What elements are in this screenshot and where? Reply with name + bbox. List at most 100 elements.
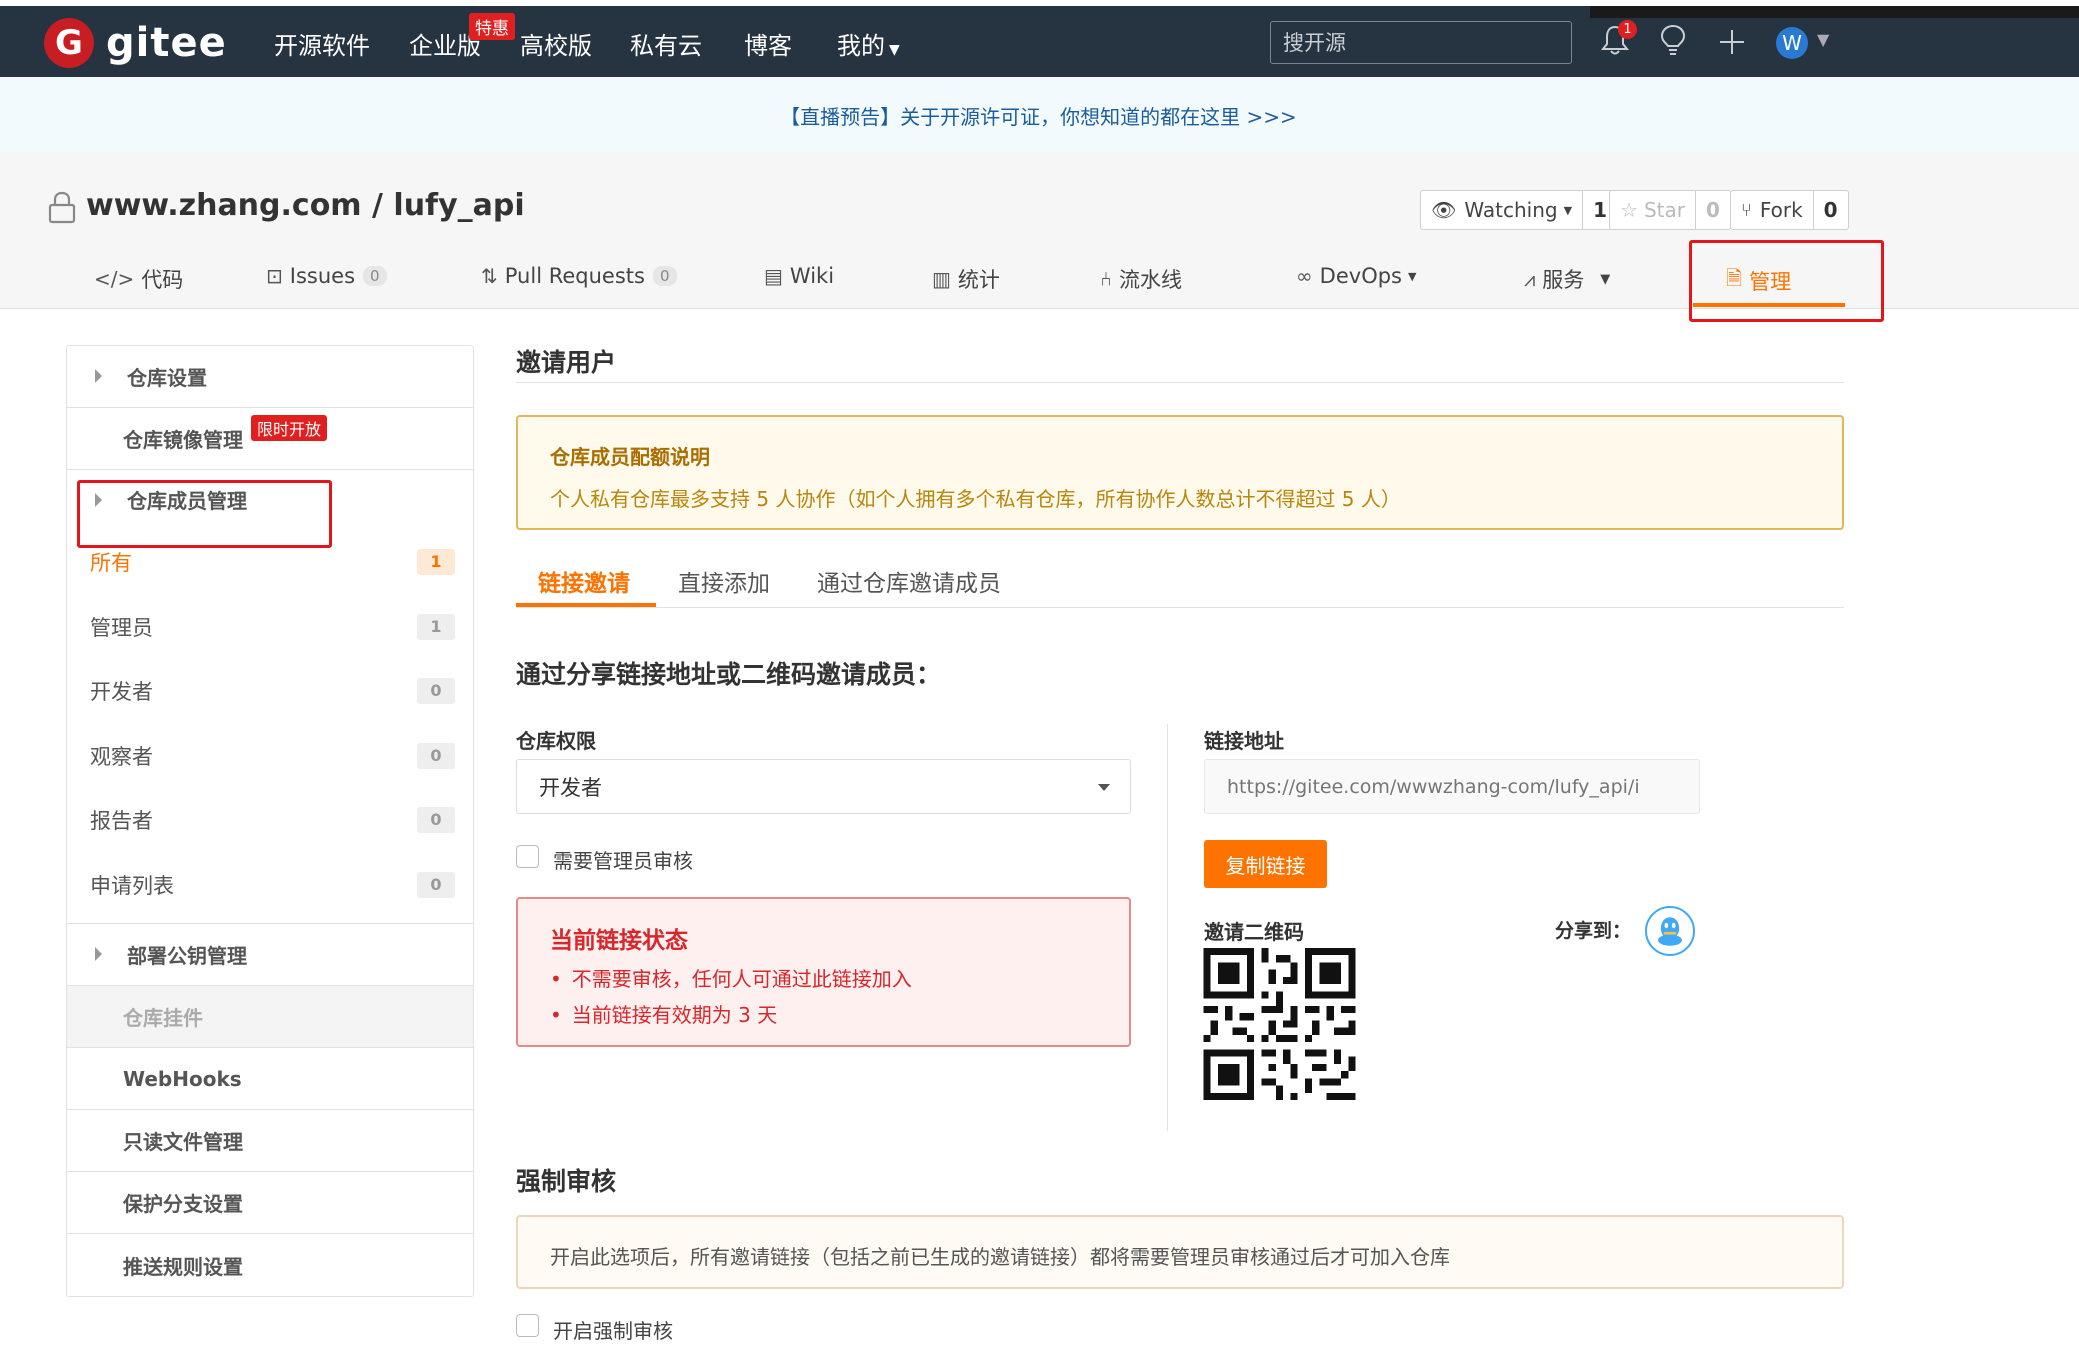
fork-button[interactable]: ⑂ Fork	[1731, 191, 1813, 229]
fork-count[interactable]: 0	[1812, 191, 1848, 229]
member-filter-applications[interactable]: 申请列表 0	[67, 853, 473, 918]
issue-icon: ⊡	[266, 264, 283, 288]
sidebar-item-branch-protection[interactable]: 保护分支设置	[67, 1172, 473, 1234]
member-filter-reporter[interactable]: 报告者 0	[67, 788, 473, 853]
permission-select[interactable]: 开发者	[516, 759, 1131, 814]
star-button[interactable]: ☆ Star	[1610, 191, 1695, 229]
sidebar-item-webhooks[interactable]: WebHooks	[67, 1048, 473, 1110]
watch-button[interactable]: 👁 Watching ▼	[1421, 191, 1582, 229]
sidebar-item-readonly-files[interactable]: 只读文件管理	[67, 1110, 473, 1172]
sidebar-item-label: 保护分支设置	[123, 1192, 243, 1216]
avatar-chevron-down-icon[interactable]: ▼	[1817, 30, 1829, 49]
invite-qr-code	[1203, 948, 1356, 1100]
quota-notice-desc: 个人私有仓库最多支持 5 人协作（如个人拥有多个私有仓库，所有协作人数总计不得超…	[550, 487, 1401, 511]
book-icon: ▤	[764, 264, 783, 288]
repo-title[interactable]: www.zhang.com / lufy_api	[86, 188, 525, 223]
tab-services[interactable]: ⩘ 服务 ▼	[1524, 264, 1610, 294]
sidebar-item-label: 部署公钥管理	[127, 944, 247, 968]
sidebar-item-push-rules[interactable]: 推送规则设置	[67, 1234, 473, 1296]
title-divider	[516, 382, 1844, 383]
member-filter-observer[interactable]: 观察者 0	[67, 724, 473, 789]
copy-link-button[interactable]: 复制链接	[1204, 840, 1327, 888]
sidebar-item-label: 推送规则设置	[123, 1254, 243, 1279]
watch-button-group[interactable]: 👁 Watching ▼ 1	[1420, 190, 1618, 230]
nav-mine-label: 我的	[837, 32, 885, 60]
permission-select-value: 开发者	[539, 775, 602, 800]
tab-link-invite[interactable]: 链接邀请	[538, 564, 630, 598]
sidebar-item-repo-settings[interactable]: 仓库设置	[67, 346, 473, 408]
enterprise-promo-tag: 特惠	[469, 13, 515, 40]
nav-private-cloud[interactable]: 私有云	[630, 26, 702, 61]
gitee-logo[interactable]: G gitee	[44, 18, 227, 68]
force-review-checkbox-label: 开启强制审核	[553, 1319, 673, 1343]
sidebar-item-plugins[interactable]: 仓库挂件	[67, 986, 473, 1048]
permission-label: 仓库权限	[516, 729, 596, 753]
tab-devops[interactable]: ∞ DevOps ▼	[1296, 264, 1416, 288]
nav-blog[interactable]: 博客	[744, 26, 792, 61]
tab-wiki[interactable]: ▤ Wiki	[764, 264, 834, 288]
page-title: 邀请用户	[516, 348, 617, 377]
tab-code[interactable]: </> 代码	[94, 264, 183, 294]
qq-share-icon[interactable]	[1645, 906, 1695, 956]
bullet-icon: •	[550, 1003, 562, 1027]
star-count[interactable]: 0	[1694, 191, 1730, 229]
sidebar-item-label: WebHooks	[123, 1066, 242, 1091]
announcement-bar: 【直播预告】关于开源许可证，你想知道的都在这里 >>>	[0, 77, 2079, 152]
chevron-down-icon: ▼	[889, 42, 900, 58]
star-button-group[interactable]: ☆ Star 0	[1609, 190, 1731, 230]
member-filter-label: 报告者	[90, 809, 153, 834]
member-filter-list: 所有 1 管理员 1 开发者 0 观察者 0 报告者 0 申请列表 0	[67, 528, 473, 924]
lock-icon	[48, 191, 76, 224]
member-filter-label: 所有	[90, 551, 132, 576]
limited-time-tag: 限时开放	[251, 415, 328, 441]
infinity-icon: ∞	[1296, 264, 1313, 288]
caret-right-icon	[95, 369, 102, 383]
bar-chart-icon: ▥	[932, 267, 951, 291]
sidebar-item-label: 仓库挂件	[123, 1006, 203, 1030]
user-avatar[interactable]: W	[1776, 27, 1808, 59]
lightbulb-icon[interactable]	[1659, 24, 1687, 56]
nav-mine[interactable]: 我的 ▼	[837, 26, 900, 61]
top-navbar: G gitee 开源软件 企业版 特惠 高校版 私有云 博客 我的▼ 1 W ▼	[0, 0, 2079, 77]
fork-icon: ⑂	[1741, 199, 1752, 221]
invite-link-input[interactable]	[1204, 759, 1700, 814]
invite-tabs: 链接邀请 直接添加 通过仓库邀请成员	[516, 560, 1844, 608]
gitee-logo-icon: G	[44, 18, 94, 68]
member-filter-count: 1	[417, 613, 455, 640]
fork-button-group[interactable]: ⑂ Fork 0	[1730, 190, 1849, 230]
tab-services-label: 服务	[1542, 268, 1585, 292]
notification-count-badge: 1	[1618, 20, 1637, 39]
tab-pull-requests[interactable]: ⇅ Pull Requests 0	[481, 264, 677, 288]
link-status-item: • 当前链接有效期为 3 天	[550, 999, 777, 1028]
tab-stats[interactable]: ▥ 统计	[932, 264, 1000, 294]
tab-issues[interactable]: ⊡ Issues 0	[266, 264, 387, 288]
member-filter-label: 开发者	[90, 680, 153, 705]
qr-label: 邀请二维码	[1204, 920, 1304, 944]
announcement-link[interactable]: 【直播预告】关于开源许可证，你想知道的都在这里 >>>	[780, 101, 1297, 130]
tab-pipeline[interactable]: ⑃ 流水线	[1100, 264, 1182, 294]
plus-icon[interactable]	[1718, 28, 1746, 56]
member-filter-count: 0	[417, 871, 455, 898]
link-address-label: 链接地址	[1204, 729, 1284, 753]
caret-right-icon	[95, 947, 102, 961]
chevron-down-icon: ▼	[1408, 269, 1417, 283]
share-label: 分享到：	[1555, 920, 1632, 942]
tab-invite-via-repo[interactable]: 通过仓库邀请成员	[817, 564, 1001, 598]
active-subtab-underline	[516, 603, 656, 607]
sidebar-item-label: 仓库设置	[127, 366, 207, 390]
nav-education[interactable]: 高校版	[520, 26, 592, 61]
member-filter-admin[interactable]: 管理员 1	[67, 595, 473, 660]
force-review-checkbox[interactable]	[516, 1314, 539, 1337]
nav-open-source[interactable]: 开源软件	[274, 26, 370, 61]
sidebar-item-deploy-keys[interactable]: 部署公钥管理	[67, 924, 473, 986]
pulse-icon: ⩘	[1524, 267, 1536, 291]
member-filter-developer[interactable]: 开发者 0	[67, 659, 473, 724]
gitee-logo-text: gitee	[106, 20, 227, 66]
tab-code-label: 代码	[141, 268, 184, 292]
annotation-highlight-member-mgmt	[77, 480, 332, 548]
member-filter-label: 管理员	[90, 615, 153, 640]
tab-direct-add[interactable]: 直接添加	[678, 564, 770, 598]
require-review-checkbox[interactable]	[516, 845, 539, 868]
search-input[interactable]	[1270, 21, 1572, 64]
invite-heading: 通过分享链接地址或二维码邀请成员：	[516, 660, 942, 689]
